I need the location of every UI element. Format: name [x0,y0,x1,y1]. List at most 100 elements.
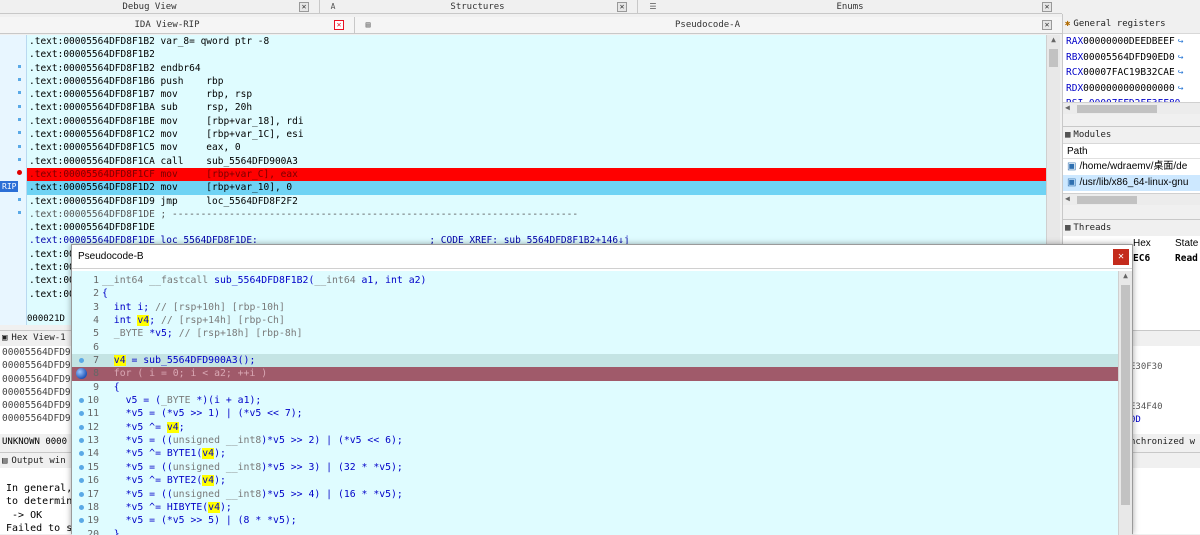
breakpoint-dot[interactable] [17,170,22,175]
pseudocode-line[interactable]: 11 *v5 = (*v5 >> 1) | (*v5 << 7); [72,407,1118,420]
disasm-line[interactable]: .text:00005564DFD8F1B7 mov rbp, rsp [27,88,1046,101]
line-number: 2 [93,288,99,300]
disasm-line[interactable]: .text:00005564DFD8F1D2 mov [rbp+var_10],… [27,181,1046,195]
close-icon[interactable]: ✕ [1042,20,1052,30]
tab-enums-label: Enums [836,1,864,12]
output-icon: ▤ [2,455,8,466]
jump-arrow-icon[interactable]: ↪ [1178,67,1184,78]
tab-debug-view[interactable]: Debug View ✕ [0,0,320,14]
line-number: 6 [93,341,99,353]
pseudocode-line[interactable]: 12 *v5 ^= v4; [72,421,1118,434]
pseudocode-line[interactable]: 10 v5 = (_BYTE *)(i + a1); [72,394,1118,407]
disasm-line[interactable]: .text:00005564DFD8F1B2 var_8= qword ptr … [27,35,1046,48]
scroll-up-icon[interactable]: ▲ [1119,271,1132,285]
pseudocode-b-close[interactable]: ✕ [1113,249,1129,265]
pseudocode-line[interactable]: 4 int v4; // [rsp+14h] [rbp-Ch] [72,314,1118,327]
register-row[interactable]: RAX00000000DEEDBEEF ↪ [1063,34,1200,50]
threads-col-state[interactable]: State [1175,236,1198,251]
disasm-line[interactable]: .text:00005564DFD8F1C5 mov eax, 0 [27,141,1046,154]
disasm-line[interactable]: .text:00005564DFD8F1BA sub rsp, 20h [27,101,1046,114]
close-icon[interactable]: ✕ [617,1,627,12]
pseudocode-line[interactable]: 9 { [72,381,1118,394]
register-value[interactable]: 00000000DEEDBEEF [1083,36,1175,47]
close-icon[interactable]: ✕ [1042,1,1052,12]
disasm-line[interactable]: .text:00005564DFD8F1BE mov [rbp+var_18],… [27,115,1046,128]
tab-structures[interactable]: A Structures ✕ [320,0,638,14]
threads-header: ▦ Threads [1063,219,1200,236]
pseudocode-line[interactable]: 19 *v5 = (*v5 >> 5) | (8 * *v5); [72,514,1118,527]
modules-hscroll[interactable]: ◀ [1063,193,1200,205]
line-number: 15 [87,461,99,473]
tab-ida-view-label: IDA View-RIP [134,20,200,30]
disasm-line[interactable]: .text:00005564DFD8F1CA call sub_5564DFD9… [27,155,1046,168]
scroll-thumb[interactable] [1077,105,1157,113]
scroll-left-icon[interactable]: ◀ [1065,194,1070,203]
pseudocode-line[interactable]: 2{ [72,287,1118,300]
pseudocode-line[interactable]: 14 *v5 ^= BYTE1(v4); [72,447,1118,460]
pseudocode-b-window[interactable]: Pseudocode-B ✕ 1 __int64 __fastcall sub_5… [71,244,1133,535]
code-text: int i; // [rsp+10h] [rbp-10h] [102,301,285,313]
pseudocode-line[interactable]: 7 v4 = sub_5564DFD900A3(); [72,354,1118,368]
scroll-thumb[interactable] [1121,285,1130,505]
pseudocode-line[interactable]: 6 [72,341,1118,354]
breakpoint-dot[interactable] [79,464,84,470]
pseudocode-line[interactable]: 8 for ( i = 0; i < a2; ++i ) [72,367,1118,381]
pseudocode-line[interactable]: 16 *v5 ^= BYTE2(v4); [72,474,1118,487]
disasm-line[interactable]: .text:00005564DFD8F1B2 endbr64 [27,62,1046,75]
disasm-line[interactable]: .text:00005564DFD8F1D9 jmp loc_5564DFD8F… [27,195,1046,208]
close-icon[interactable]: ✕ [299,1,309,12]
pseudocode-line[interactable]: 18 *v5 ^= HIBYTE(v4); [72,501,1118,514]
module-row[interactable]: ▣/usr/lib/x86_64-linux-gnu [1063,175,1200,191]
flow-dot [18,65,21,68]
pseudocode-line[interactable]: 17 *v5 = ((unsigned __int8)*v5 >> 4) | (… [72,488,1118,501]
register-row[interactable]: RDX0000000000000000 ↪ [1063,81,1200,97]
close-icon[interactable]: ✕ [334,20,344,30]
register-value[interactable]: 0000000000000000 [1083,83,1175,94]
jump-arrow-icon[interactable]: ↪ [1178,36,1184,47]
flow-dot [18,158,21,161]
pseudocode-line[interactable]: 13 *v5 = ((unsigned __int8)*v5 >> 2) | (… [72,434,1118,447]
pseudocode-line[interactable]: 1 __int64 __fastcall sub_5564DFD8F1B2(__i… [72,274,1118,287]
pseudocode-line[interactable]: 3 int i; // [rsp+10h] [rbp-10h] [72,301,1118,314]
registers-hscroll[interactable]: ◀ [1063,102,1200,114]
pseudocode-scrollbar[interactable]: ▲ [1118,271,1132,535]
jump-arrow-icon[interactable]: ↪ [1178,52,1184,63]
pseudocode-b-title: Pseudocode-B [78,251,144,262]
disasm-line[interactable]: .text:00005564DFD8F1B2 [27,48,1046,61]
line-number: 10 [87,395,99,407]
register-row[interactable]: RBX00005564DFD90ED0 ↪ [1063,50,1200,66]
scroll-thumb[interactable] [1077,196,1137,204]
register-row[interactable]: RCX00007FAC19B32CAE ↪ [1063,65,1200,81]
disasm-line[interactable]: .text:00005564DFD8F1DE [27,221,1046,234]
register-value[interactable]: 00005564DFD90ED0 [1083,52,1175,63]
flow-dot [18,91,21,94]
breakpoint-dot[interactable] [79,504,84,510]
threads-col-hex[interactable]: Hex [1133,236,1151,251]
threads-title: Threads [1073,223,1112,233]
module-row[interactable]: ▣/home/wdraemv/桌面/de [1063,159,1200,175]
module-icon: ▣ [1067,161,1077,172]
disasm-line[interactable]: .text:00005564DFD8F1C2 mov [rbp+var_1C],… [27,128,1046,141]
tab-enums[interactable]: ☰ Enums ✕ [638,0,1062,14]
disasm-line[interactable]: .text:00005564DFD8F1B6 push rbp [27,75,1046,88]
code-text: { [102,288,108,300]
tab-pseudocode-a[interactable]: ▤ Pseudocode-A ✕ [355,17,1062,34]
pseudocode-line[interactable]: 15 *v5 = ((unsigned __int8)*v5 >> 3) | (… [72,461,1118,474]
scroll-left-icon[interactable]: ◀ [1065,103,1070,112]
ida-gutter-dots [0,35,27,325]
scroll-up-icon[interactable]: ▲ [1047,35,1060,49]
line-number: 3 [93,301,99,313]
register-value[interactable]: 00007FAC19B32CAE [1083,67,1175,78]
pseudocode-b-code[interactable]: 1 __int64 __fastcall sub_5564DFD8F1B2(__i… [72,271,1118,535]
jump-arrow-icon[interactable]: ↪ [1178,83,1184,94]
pseudocode-b-titlebar[interactable]: Pseudocode-B [72,245,1132,269]
pseudocode-line[interactable]: 5 _BYTE *v5; // [rsp+18h] [rbp-8h] [72,327,1118,340]
disasm-line[interactable]: .text:00005564DFD8F1DE ; ---------------… [27,208,1046,221]
disasm-line[interactable]: .text:00005564DFD8F1CF mov [rbp+var_C], … [27,167,1046,182]
breakpoint-dot[interactable] [79,424,84,430]
modules-column-path[interactable]: Path [1063,144,1200,159]
code-text: int v4; // [rsp+14h] [rbp-Ch] [102,315,285,327]
scroll-thumb[interactable] [1049,49,1058,67]
tab-ida-view[interactable]: IDA View-RIP ✕ [0,16,355,34]
breakpoint-dot[interactable] [79,491,84,497]
